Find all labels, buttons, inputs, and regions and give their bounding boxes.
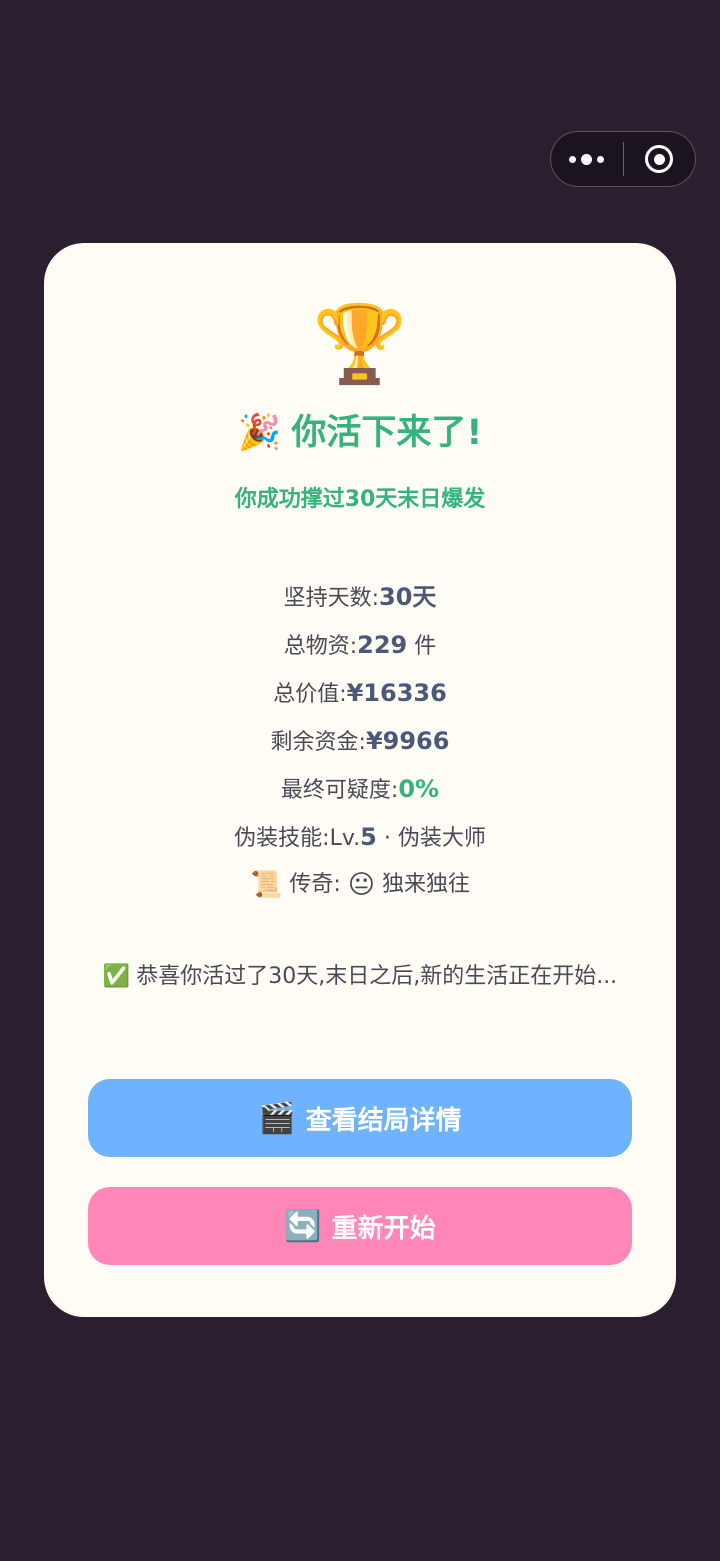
stat-label: 坚持天数: — [283, 586, 379, 611]
stat-label: 伪装技能: — [234, 826, 330, 851]
title-text: 你活下来了! — [291, 413, 483, 453]
skill-title: · 伪装大师 — [376, 826, 486, 851]
target-circle-icon — [645, 145, 674, 173]
result-title: 🎉 你活下来了! — [44, 407, 676, 459]
stat-value: 30天 — [379, 583, 437, 611]
result-subtitle: 你成功撑过30天末日爆发 — [234, 487, 486, 512]
more-dots-icon — [569, 153, 605, 165]
capsule-menu — [550, 131, 696, 187]
restart-button[interactable]: 🔄 重新开始 — [88, 1187, 632, 1265]
stat-label: 传奇: — [289, 872, 341, 897]
stat-label: 总物资: — [283, 634, 358, 659]
check-mark-icon: ✅ — [102, 964, 131, 989]
trophy-icon: 🏆 — [312, 299, 408, 388]
stat-suspicion: 最终可疑度:0% — [44, 765, 676, 813]
congrats-text: 恭喜你活过了30天,末日之后,新的生活正在开始... — [136, 964, 618, 989]
close-button[interactable] — [624, 132, 696, 186]
scroll-icon: 📜 — [250, 870, 283, 900]
view-ending-button[interactable]: 🎬 查看结局详情 — [88, 1079, 632, 1157]
more-button[interactable] — [551, 132, 623, 186]
stat-unit: 件 — [407, 634, 437, 659]
stat-value: ¥9966 — [365, 727, 450, 755]
stat-remaining-funds: 剩余资金:¥9966 — [44, 717, 676, 765]
restart-label: 重新开始 — [331, 1213, 436, 1244]
stat-label: 最终可疑度: — [280, 778, 399, 803]
stat-days: 坚持天数:30天 — [44, 573, 676, 621]
refresh-icon: 🔄 — [284, 1208, 322, 1244]
stat-label: 总价值: — [273, 682, 347, 707]
view-ending-label: 查看结局详情 — [305, 1105, 462, 1136]
stats-list: 坚持天数:30天 总物资:229 件 总价值:¥16336 剩余资金:¥9966… — [44, 573, 676, 909]
result-card: 🏆 🎉 你活下来了! 你成功撑过30天末日爆发 坚持天数:30天 总物资:229 … — [44, 243, 676, 1317]
stat-value: 0% — [398, 775, 440, 803]
skill-level: 5 — [360, 823, 377, 851]
skill-prefix: Lv. — [329, 826, 361, 851]
stat-legend: 📜 传奇: 😐 独来独往 — [44, 861, 676, 909]
stat-label: 剩余资金: — [270, 730, 366, 755]
stat-disguise-skill: 伪装技能:Lv.5 · 伪装大师 — [44, 813, 676, 861]
stat-value: ¥16336 — [346, 679, 447, 707]
stat-value: 独来独往 — [381, 872, 470, 897]
congrats-message: ✅ 恭喜你活过了30天,末日之后,新的生活正在开始... — [84, 953, 636, 1001]
stat-value: 229 — [357, 631, 408, 659]
party-popper-icon: 🎉 — [237, 413, 282, 453]
stat-total-value: 总价值:¥16336 — [44, 669, 676, 717]
neutral-face-icon: 😐 — [347, 870, 375, 900]
stat-supplies: 总物资:229 件 — [44, 621, 676, 669]
clapperboard-icon: 🎬 — [258, 1100, 296, 1136]
